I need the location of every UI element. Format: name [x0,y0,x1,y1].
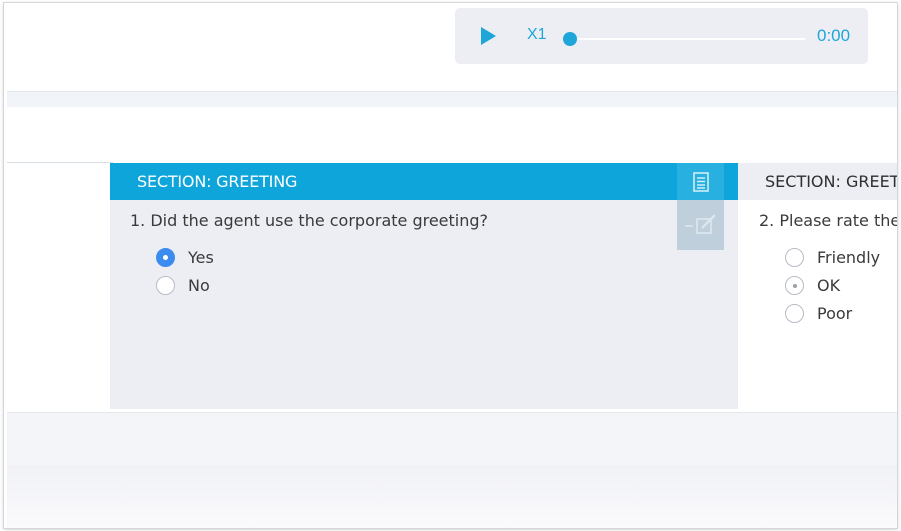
radio-yes[interactable] [156,248,175,267]
option-label: Poor [817,304,853,323]
radio-friendly[interactable] [785,248,804,267]
option-label: No [188,276,210,295]
option-friendly[interactable]: Friendly [785,248,880,267]
app-frame: X1 0:00 SECTION: GREETING 1. Did the age… [4,3,897,528]
option-no[interactable]: No [156,276,210,295]
section-title: SECTION: GREET [738,163,897,200]
footer-band-lower [7,465,897,528]
progress-track[interactable] [567,38,805,40]
option-poor[interactable]: Poor [785,304,852,323]
header-divider-band [7,91,897,107]
section-card-greeting-2: SECTION: GREET 2. Please rate the Friend… [738,163,897,409]
playback-speed-button[interactable]: X1 [527,26,547,44]
progress-thumb[interactable] [563,32,577,46]
edit-icon [684,214,716,234]
playback-time: 0:00 [817,26,851,45]
radio-ok[interactable] [785,276,804,295]
option-label: OK [817,276,841,295]
radio-no[interactable] [156,276,175,295]
question-text: 2. Please rate the [759,211,897,230]
notes-button[interactable] [677,163,724,200]
section-card-greeting: SECTION: GREETING 1. Did the agent use t… [110,163,738,409]
play-icon[interactable] [481,27,496,45]
radio-poor[interactable] [785,304,804,323]
notes-icon [692,171,709,192]
option-yes[interactable]: Yes [156,248,214,267]
option-label: Friendly [817,248,881,267]
edit-button[interactable] [677,200,724,250]
option-ok[interactable]: OK [785,276,840,295]
section-tools [677,163,724,250]
option-label: Yes [188,248,214,267]
divider-line [7,162,113,163]
section-title: SECTION: GREETING [110,163,738,200]
footer-band [7,412,897,465]
audio-player: X1 0:00 [455,8,868,64]
question-text: 1. Did the agent use the corporate greet… [130,211,489,230]
